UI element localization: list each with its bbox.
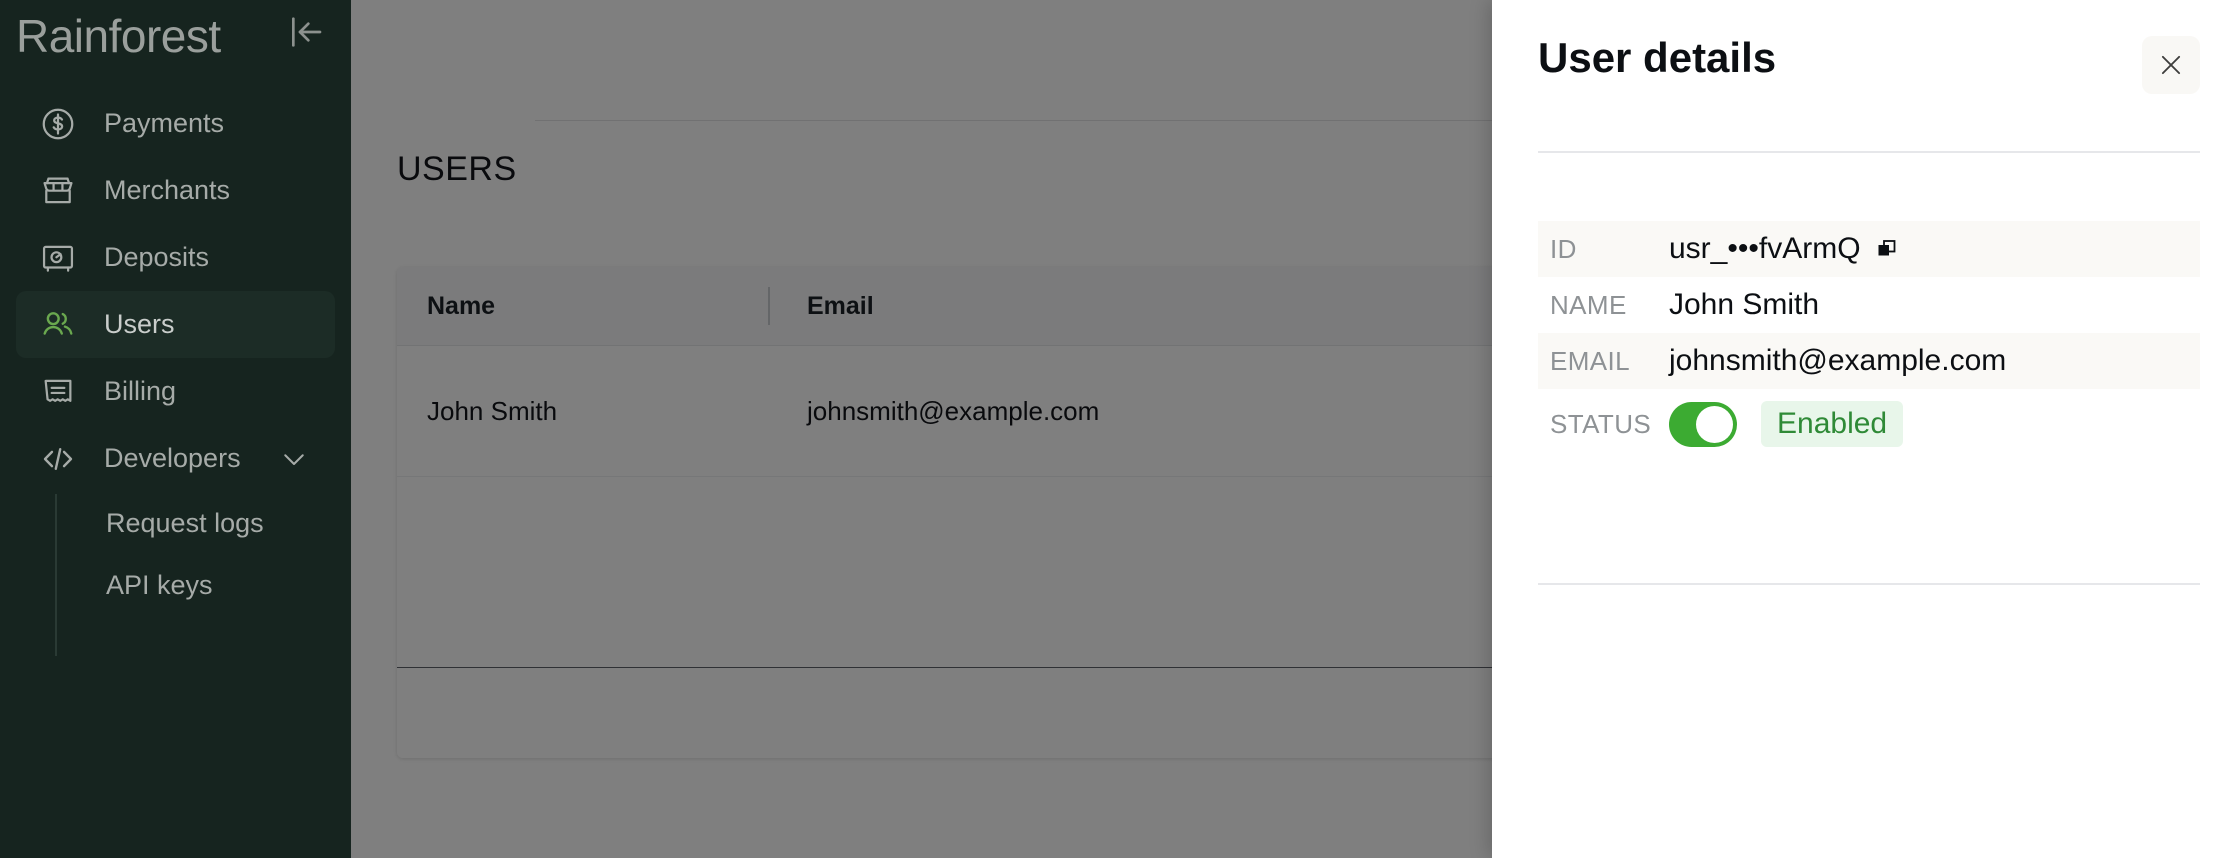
status-control: Enabled — [1669, 400, 1904, 448]
drawer-divider-bottom — [1538, 583, 2200, 585]
toggle-knob — [1696, 405, 1733, 443]
dollar-circle-icon — [39, 105, 77, 143]
user-detail-list: ID usr_•••fvArmQ NAME John Smith EMAIL j… — [1538, 221, 2200, 459]
sidebar-item-label: Merchants — [104, 175, 231, 205]
close-icon[interactable] — [2142, 36, 2200, 94]
detail-label: ID — [1550, 233, 1577, 264]
sidebar-item-label: Payments — [104, 108, 225, 138]
sidebar: Rainforest Payments Merchants Deposits U… — [0, 0, 351, 858]
drawer-title: User details — [1538, 34, 1777, 81]
detail-row-id: ID usr_•••fvArmQ — [1538, 221, 2200, 277]
sidebar-item-payments[interactable]: Payments — [16, 90, 335, 157]
collapse-sidebar-icon[interactable] — [281, 8, 329, 56]
sidebar-item-users[interactable]: Users — [16, 291, 335, 358]
sidebar-item-deposits[interactable]: Deposits — [16, 224, 335, 291]
detail-label: EMAIL — [1550, 345, 1631, 376]
cell-name: John Smith — [427, 395, 558, 426]
sidebar-item-label: Users — [104, 309, 175, 339]
status-toggle[interactable] — [1669, 401, 1737, 447]
sidebar-subnav-developers: Request logs API keys — [55, 492, 351, 656]
sidebar-item-label: Deposits — [104, 242, 210, 272]
safe-box-icon — [39, 239, 77, 277]
brand-logo: Rainforest — [16, 10, 221, 62]
page-title: USERS — [397, 150, 517, 188]
detail-label: NAME — [1550, 289, 1627, 320]
status-badge: Enabled — [1761, 400, 1904, 448]
sidebar-item-billing[interactable]: Billing — [16, 358, 335, 425]
sidebar-header: Rainforest — [0, 0, 351, 72]
storefront-icon — [39, 172, 77, 210]
detail-row-status: STATUS Enabled — [1538, 389, 2200, 459]
detail-value-name: John Smith — [1669, 288, 1820, 321]
detail-value-container: usr_•••fvArmQ — [1669, 232, 1899, 266]
sidebar-item-label: Billing — [104, 376, 177, 406]
detail-value-email: johnsmith@example.com — [1669, 344, 2007, 377]
chevron-down-icon[interactable] — [279, 444, 309, 474]
detail-row-email: EMAIL johnsmith@example.com — [1538, 333, 2200, 389]
code-brackets-icon — [39, 440, 77, 478]
sidebar-subitem-label: Request logs — [106, 507, 264, 538]
drawer-header: User details — [1492, 0, 2234, 116]
receipt-icon — [39, 373, 77, 411]
detail-row-name: NAME John Smith — [1538, 277, 2200, 333]
sidebar-item-request-logs[interactable]: Request logs — [55, 492, 351, 554]
sidebar-item-developers[interactable]: Developers — [16, 425, 335, 492]
drawer-divider — [1538, 151, 2200, 153]
user-details-drawer: User details ID usr_•••fvArmQ NAME John … — [1492, 0, 2234, 858]
sidebar-subitem-label: API keys — [106, 569, 213, 600]
detail-value-id: usr_•••fvArmQ — [1669, 232, 1861, 265]
sidebar-item-merchants[interactable]: Merchants — [16, 157, 335, 224]
users-icon — [39, 306, 77, 344]
column-header-name[interactable]: Name — [397, 292, 777, 321]
sidebar-item-api-keys[interactable]: API keys — [55, 554, 351, 616]
sidebar-item-label: Developers — [104, 443, 241, 473]
sidebar-nav: Payments Merchants Deposits Users Billin… — [0, 90, 351, 656]
detail-label: STATUS — [1550, 408, 1652, 439]
copy-icon[interactable] — [1875, 237, 1899, 261]
app-root: Rainforest Payments Merchants Deposits U… — [0, 0, 2234, 858]
